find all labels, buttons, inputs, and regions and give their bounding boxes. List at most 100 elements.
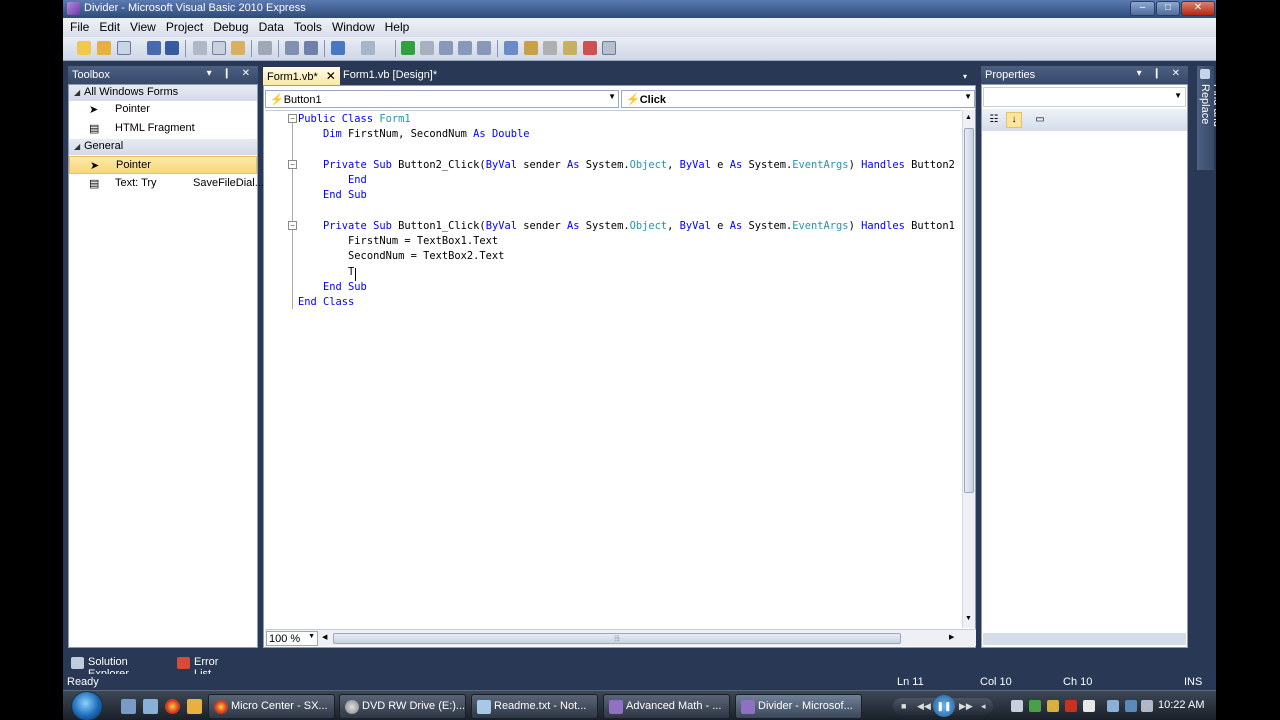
- start-page-icon[interactable]: [602, 41, 616, 55]
- alphabetical-icon[interactable]: ↓: [1006, 112, 1022, 128]
- step-out-icon[interactable]: [477, 41, 491, 55]
- event-combo[interactable]: ⚡Click ▼: [621, 90, 975, 108]
- code-line: End Sub: [298, 189, 367, 201]
- stop-media-icon[interactable]: ■: [901, 701, 906, 711]
- volume-icon[interactable]: ◂: [981, 701, 986, 712]
- collapse-class-icon[interactable]: −: [288, 114, 297, 123]
- find-and-replace-tab[interactable]: Find and Replace: [1197, 66, 1216, 170]
- tab-form1-design[interactable]: Form1.vb [Design]*: [339, 67, 441, 85]
- toolbox-item-pointer-general[interactable]: ➤ Pointer: [69, 156, 257, 174]
- step-over-icon[interactable]: [458, 41, 472, 55]
- properties-pane-controls[interactable]: ▾ ❙ ✕: [1137, 68, 1184, 79]
- cut-icon[interactable]: [193, 41, 207, 55]
- taskbar-item-dvd-drive[interactable]: DVD RW Drive (E:)...: [339, 694, 466, 719]
- tray-app-icon[interactable]: [1107, 700, 1119, 712]
- start-debugging-icon[interactable]: [401, 41, 415, 55]
- toolbox-item-text-try[interactable]: ▤ Text: Try SaveFileDial...: [69, 175, 264, 193]
- paste-icon[interactable]: [231, 41, 245, 55]
- find-icon[interactable]: [258, 41, 272, 55]
- tab-list-dropdown-icon[interactable]: ▾: [963, 72, 967, 81]
- menu-view[interactable]: View: [125, 18, 161, 37]
- title-bar[interactable]: Divider - Microsoft Visual Basic 2010 Ex…: [63, 0, 1216, 18]
- toolbox-header[interactable]: Toolbox ▾ ❙ ✕: [68, 66, 258, 84]
- code-text-area[interactable]: − − − Public Class Form1 Dim FirstNum, S…: [265, 110, 961, 629]
- object-selector-combo[interactable]: ▼: [983, 87, 1186, 107]
- media-player-controls[interactable]: ■ ◀◀ ❚❚ ▶▶ ◂: [893, 695, 993, 717]
- find-in-files-icon[interactable]: [504, 41, 518, 55]
- quick-launch-arrow-icon[interactable]: [187, 699, 202, 714]
- zoom-level-combo[interactable]: 100 % ▼: [266, 631, 318, 646]
- previous-track-icon[interactable]: ◀◀: [917, 701, 931, 712]
- taskbar-item-advanced-math[interactable]: Advanced Math - ...: [603, 694, 730, 719]
- toolbox-group-all-windows-forms[interactable]: ◢ All Windows Forms: [69, 85, 257, 101]
- toolbox-window-icon[interactable]: [583, 41, 597, 55]
- tray-app-icon[interactable]: [1065, 700, 1077, 712]
- undo-icon[interactable]: [331, 41, 345, 55]
- tray-app-icon[interactable]: [1083, 700, 1095, 712]
- properties-header[interactable]: Properties ▾ ❙ ✕: [981, 66, 1188, 84]
- show-desktop-icon[interactable]: [121, 699, 136, 714]
- categorized-icon[interactable]: ☷: [986, 112, 1002, 128]
- close-button[interactable]: ✕: [1181, 1, 1215, 16]
- next-track-icon[interactable]: ▶▶: [959, 701, 973, 712]
- tray-network-icon[interactable]: [1125, 700, 1137, 712]
- tab-error-list[interactable]: Error List: [174, 654, 218, 680]
- add-item-icon[interactable]: [117, 41, 131, 55]
- scroll-right-icon[interactable]: ▶: [949, 633, 954, 641]
- properties-description-divider[interactable]: [983, 633, 1186, 645]
- tray-app-icon[interactable]: [1047, 700, 1059, 712]
- minimize-button[interactable]: –: [1130, 1, 1155, 16]
- menu-tools[interactable]: Tools: [289, 18, 327, 37]
- tools-icon[interactable]: [543, 41, 557, 55]
- scroll-left-icon[interactable]: ◀: [322, 633, 327, 641]
- vertical-scrollbar[interactable]: ▲ ▼: [962, 110, 975, 628]
- stop-icon[interactable]: [420, 41, 434, 55]
- save-all-icon[interactable]: [165, 41, 179, 55]
- open-file-icon[interactable]: [97, 41, 111, 55]
- menu-file[interactable]: File: [65, 18, 94, 37]
- collapse-sub-icon[interactable]: −: [288, 221, 297, 230]
- close-tab-icon[interactable]: ✕: [326, 69, 336, 83]
- save-icon[interactable]: [147, 41, 161, 55]
- maximize-button[interactable]: □: [1156, 1, 1180, 16]
- tab-form1-vb[interactable]: Form1.vb* ✕: [263, 67, 340, 85]
- scroll-up-icon[interactable]: ▲: [965, 114, 972, 121]
- redo-icon[interactable]: [361, 41, 375, 55]
- clock[interactable]: 10:22 AM: [1158, 699, 1204, 711]
- chrome-icon[interactable]: [165, 699, 180, 714]
- copy-icon[interactable]: [212, 41, 226, 55]
- taskbar-item-divider[interactable]: Divider - Microsof...: [735, 694, 862, 719]
- menu-help[interactable]: Help: [380, 18, 415, 37]
- menu-edit[interactable]: Edit: [94, 18, 125, 37]
- menu-project[interactable]: Project: [161, 18, 208, 37]
- property-pages-icon[interactable]: ▭: [1032, 112, 1048, 128]
- menu-window[interactable]: Window: [327, 18, 380, 37]
- new-project-icon[interactable]: [77, 41, 91, 55]
- object-browser-icon[interactable]: [563, 41, 577, 55]
- tray-expand-icon[interactable]: [1011, 700, 1023, 712]
- taskbar-item-notepad[interactable]: Readme.txt - Not...: [471, 694, 598, 719]
- start-button[interactable]: [71, 691, 103, 720]
- menu-data[interactable]: Data: [254, 18, 289, 37]
- collapse-sub-icon[interactable]: −: [288, 160, 297, 169]
- scroll-thumb[interactable]: [964, 128, 974, 493]
- object-combo[interactable]: ⚡Button1 ▼: [265, 90, 619, 108]
- switch-windows-icon[interactable]: [143, 699, 158, 714]
- properties-window-icon[interactable]: [524, 41, 538, 55]
- scroll-down-icon[interactable]: ▼: [965, 615, 972, 622]
- pause-icon[interactable]: ❚❚: [933, 695, 955, 717]
- taskbar-item-browser[interactable]: Micro Center - SX...: [208, 694, 335, 719]
- toolbox-item-pointer[interactable]: ➤ Pointer: [69, 101, 257, 119]
- step-into-icon[interactable]: [439, 41, 453, 55]
- toolbox-group-general[interactable]: ◢ General: [69, 139, 257, 155]
- scroll-thumb[interactable]: ⦙⦙⦙: [333, 633, 901, 644]
- toolbox-pane-controls[interactable]: ▾ ❙ ✕: [207, 68, 254, 79]
- menu-debug[interactable]: Debug: [208, 18, 253, 37]
- volume-icon[interactable]: [1141, 700, 1153, 712]
- network-icon[interactable]: [1029, 700, 1041, 712]
- horizontal-scrollbar[interactable]: ◀ ⦙⦙⦙ ▶: [321, 632, 957, 645]
- uncomment-icon[interactable]: [304, 41, 318, 55]
- comment-icon[interactable]: [285, 41, 299, 55]
- tab-solution-explorer[interactable]: Solution Explorer: [68, 654, 129, 680]
- toolbox-item-html-fragment[interactable]: ▤ HTML Fragment: [69, 120, 257, 138]
